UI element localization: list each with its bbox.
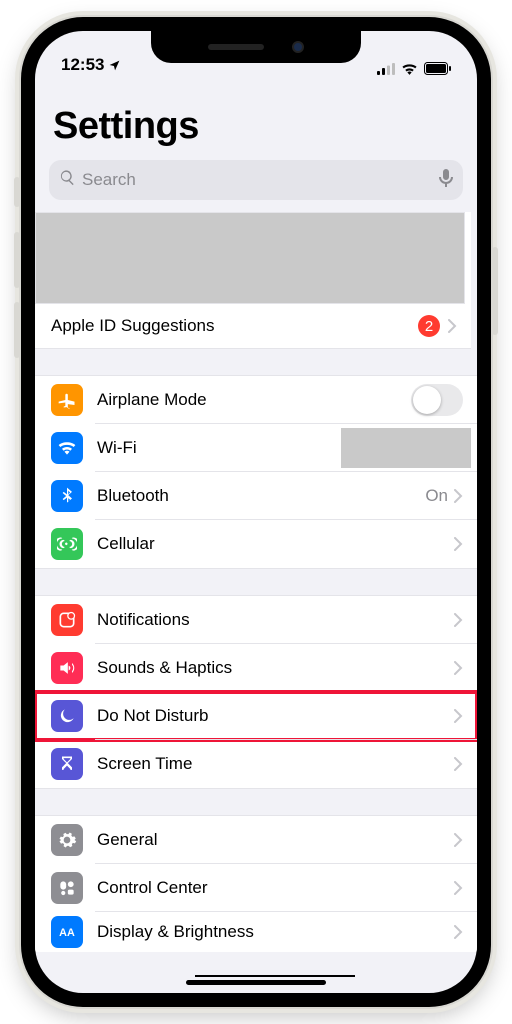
cellular-row[interactable]: Cellular: [35, 520, 477, 568]
chevron-right-icon: [454, 833, 463, 847]
screen-time-label: Screen Time: [97, 754, 454, 774]
bluetooth-label: Bluetooth: [97, 486, 425, 506]
dnd-label: Do Not Disturb: [97, 706, 454, 726]
chevron-right-icon: [448, 319, 457, 333]
search-input[interactable]: [82, 170, 433, 190]
page-title: Settings: [35, 79, 477, 156]
chevron-right-icon: [454, 537, 463, 551]
gear-icon: [51, 824, 83, 856]
volume-down-button: [14, 302, 20, 358]
phone-notch: [151, 31, 361, 63]
wifi-icon: [51, 432, 83, 464]
cellular-label: Cellular: [97, 534, 454, 554]
chevron-right-icon: [454, 881, 463, 895]
wifi-icon: [401, 62, 418, 75]
chevron-right-icon: [454, 661, 463, 675]
do-not-disturb-row[interactable]: Do Not Disturb: [35, 692, 477, 740]
home-indicator[interactable]: [186, 980, 326, 985]
wifi-row[interactable]: Wi-Fi: [35, 424, 477, 472]
phone-screen: 12:53: [35, 31, 477, 993]
sounds-row[interactable]: Sounds & Haptics: [35, 644, 477, 692]
chevron-right-icon: [454, 757, 463, 771]
bluetooth-value: On: [425, 486, 448, 506]
hourglass-icon: [51, 748, 83, 780]
svg-text:AA: AA: [59, 927, 75, 939]
chevron-right-icon: [454, 925, 463, 939]
display-label: Display & Brightness: [97, 922, 454, 942]
screen-time-row[interactable]: Screen Time: [35, 740, 477, 788]
mic-icon[interactable]: [439, 169, 453, 192]
wifi-label: Wi-Fi: [97, 438, 341, 458]
power-button: [492, 247, 498, 335]
control-center-label: Control Center: [97, 878, 454, 898]
moon-icon: [51, 700, 83, 732]
chevron-right-icon: [454, 489, 463, 503]
display-brightness-row[interactable]: AA Display & Brightness: [35, 912, 477, 952]
airplane-mode-toggle[interactable]: [411, 384, 463, 416]
notifications-label: Notifications: [97, 610, 454, 630]
battery-icon: [424, 62, 451, 75]
speaker-grille: [208, 44, 264, 50]
search-field[interactable]: [49, 160, 463, 200]
control-center-row[interactable]: Control Center: [35, 864, 477, 912]
redaction-strike: [195, 975, 355, 977]
suggestions-badge: 2: [418, 315, 440, 337]
mute-switch: [14, 177, 20, 207]
airplane-mode-row[interactable]: Airplane Mode: [35, 376, 477, 424]
chevron-right-icon: [454, 613, 463, 627]
status-time: 12:53: [61, 55, 104, 75]
wifi-value-redacted: [341, 428, 471, 468]
sounds-label: Sounds & Haptics: [97, 658, 454, 678]
sounds-icon: [51, 652, 83, 684]
volume-up-button: [14, 232, 20, 288]
front-camera: [292, 41, 304, 53]
phone-device-frame: 12:53: [21, 17, 491, 1007]
control-center-icon: [51, 872, 83, 904]
chevron-right-icon: [454, 709, 463, 723]
airplane-icon: [51, 384, 83, 416]
bluetooth-icon: [51, 480, 83, 512]
bluetooth-row[interactable]: Bluetooth On: [35, 472, 477, 520]
search-icon: [59, 169, 76, 191]
display-icon: AA: [51, 916, 83, 948]
cellular-icon: [51, 528, 83, 560]
airplane-mode-label: Airplane Mode: [97, 390, 411, 410]
apple-id-profile-redacted[interactable]: [35, 212, 465, 304]
general-row[interactable]: General: [35, 816, 477, 864]
location-icon: [108, 59, 121, 72]
apple-id-suggestions-label: Apple ID Suggestions: [51, 316, 418, 336]
notifications-icon: [51, 604, 83, 636]
general-label: General: [97, 830, 454, 850]
cellular-signal-icon: [377, 63, 395, 75]
apple-id-suggestions-row[interactable]: Apple ID Suggestions 2: [35, 304, 471, 348]
notifications-row[interactable]: Notifications: [35, 596, 477, 644]
